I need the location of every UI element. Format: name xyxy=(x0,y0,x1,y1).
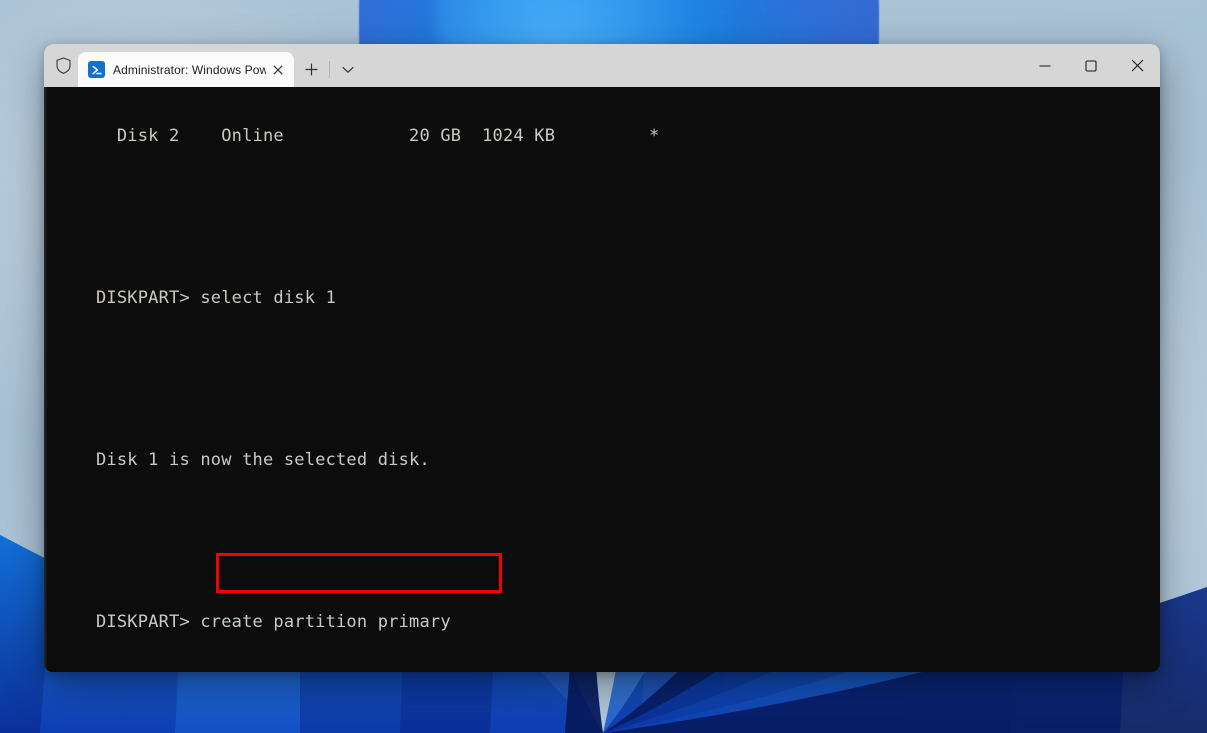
tab-close-icon[interactable] xyxy=(268,60,288,80)
terminal-line: DISKPART> select disk 1 xyxy=(96,288,337,308)
caption-buttons[interactable] xyxy=(1022,44,1160,87)
terminal-line: DISKPART> create partition primary xyxy=(96,612,451,632)
terminal-line: Disk 1 is now the selected disk. xyxy=(96,450,430,470)
terminal-left-edge xyxy=(44,87,47,672)
chevron-down-icon[interactable] xyxy=(331,52,365,87)
terminal-window[interactable]: Administrator: Windows Powe Disk 2 Onlin… xyxy=(44,44,1160,672)
tab-title: Administrator: Windows Powe xyxy=(113,62,266,77)
minimize-icon[interactable] xyxy=(1022,44,1068,87)
terminal-text: Disk 2 Online 20 GB 1024 KB * DISKPART> … xyxy=(96,87,1152,672)
terminal-output-area[interactable]: Disk 2 Online 20 GB 1024 KB * DISKPART> … xyxy=(44,87,1160,672)
tab-powershell[interactable]: Administrator: Windows Powe xyxy=(78,52,294,87)
desktop: Administrator: Windows Powe Disk 2 Onlin… xyxy=(0,0,1207,733)
toolbar-separator xyxy=(329,61,330,78)
shield-icon xyxy=(48,44,78,87)
powershell-icon xyxy=(88,61,105,78)
new-tab-button[interactable] xyxy=(294,52,328,87)
title-bar[interactable]: Administrator: Windows Powe xyxy=(44,44,1160,87)
maximize-icon[interactable] xyxy=(1068,44,1114,87)
close-icon[interactable] xyxy=(1114,44,1160,87)
terminal-line: Disk 2 Online 20 GB 1024 KB * xyxy=(96,126,660,146)
